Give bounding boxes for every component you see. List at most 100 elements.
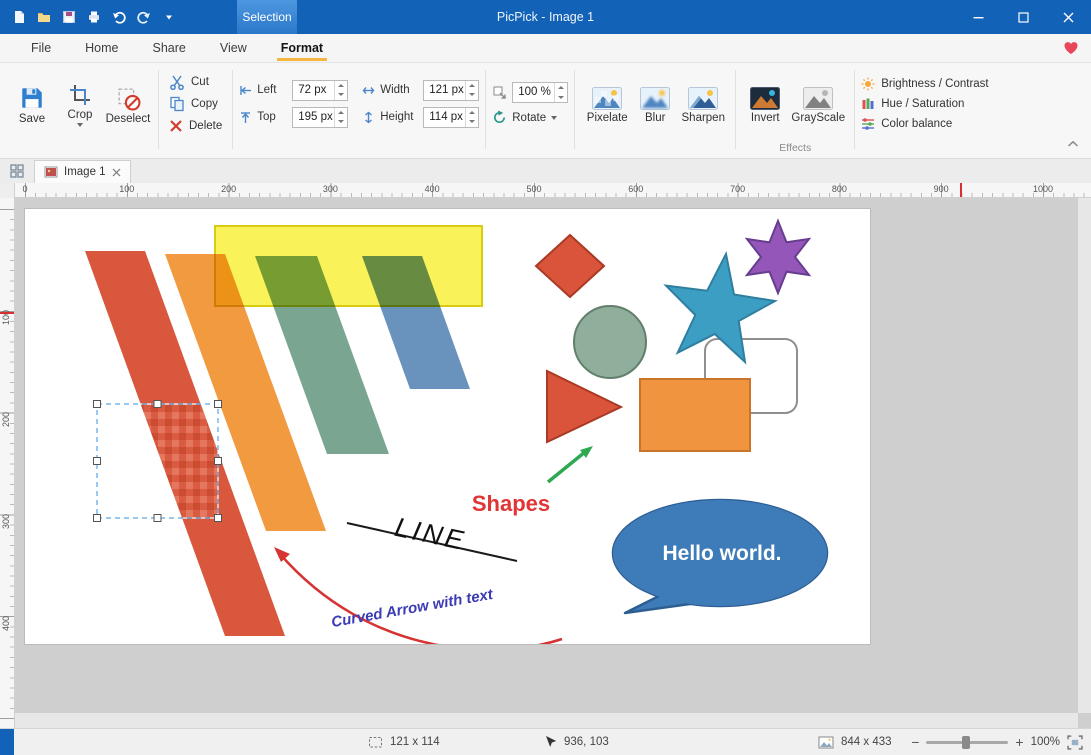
- hue-saturation-button[interactable]: Hue / Saturation: [861, 97, 988, 111]
- width-input[interactable]: 121 px: [423, 80, 479, 101]
- save-file-icon[interactable]: [58, 6, 79, 28]
- invert-button[interactable]: Invert: [742, 84, 788, 124]
- top-spin-up[interactable]: [335, 108, 347, 118]
- sharpen-button[interactable]: Sharpen: [677, 84, 729, 124]
- picpick-window: Selection PicPick - Image 1 File Home Sh…: [0, 0, 1091, 755]
- top-arrow-icon: [239, 111, 252, 124]
- zoom-spin-down[interactable]: [555, 93, 567, 103]
- selection-handle[interactable]: [94, 515, 101, 522]
- selection-handle[interactable]: [94, 401, 101, 408]
- doc-tab-image1[interactable]: Image 1: [34, 160, 131, 183]
- tab-overview-grid-icon[interactable]: [4, 160, 30, 182]
- blur-button[interactable]: Blur: [633, 84, 677, 124]
- height-spin-up[interactable]: [466, 108, 478, 118]
- top-input[interactable]: 195 px: [292, 107, 348, 128]
- horizontal-scrollbar[interactable]: [15, 713, 1078, 728]
- open-folder-icon[interactable]: [33, 6, 54, 28]
- delete-button[interactable]: Delete: [169, 117, 222, 134]
- group-separator: [854, 70, 855, 149]
- zoom-slider-thumb[interactable]: [962, 736, 970, 749]
- canvas-workspace[interactable]: 100 200 300 400: [0, 198, 1091, 728]
- zoom-spin-up[interactable]: [555, 83, 567, 93]
- tab-view[interactable]: View: [203, 34, 264, 62]
- zoom-input[interactable]: 100 %: [512, 82, 568, 103]
- sharpen-label: Sharpen: [682, 112, 725, 124]
- width-spin-down[interactable]: [466, 90, 478, 100]
- fit-window-icon[interactable]: [1067, 735, 1083, 750]
- tab-home[interactable]: Home: [68, 34, 135, 62]
- pixelate-button[interactable]: Pixelate: [581, 84, 633, 124]
- teal-circle: [574, 306, 646, 378]
- save-button[interactable]: Save: [8, 82, 56, 125]
- width-spin-up[interactable]: [466, 81, 478, 91]
- tab-close-icon[interactable]: [112, 168, 121, 177]
- collapse-ribbon-button[interactable]: [1067, 135, 1079, 153]
- height-input[interactable]: 114 px: [423, 107, 479, 128]
- left-spin-down[interactable]: [335, 90, 347, 100]
- width-value: 121 px: [424, 81, 465, 100]
- cut-label: Cut: [191, 76, 209, 88]
- ribbon: Save Crop Deselect: [0, 63, 1091, 159]
- width-label: Width: [380, 84, 418, 96]
- minimize-button[interactable]: [956, 0, 1001, 34]
- vertical-scrollbar[interactable]: [1078, 198, 1091, 713]
- brightness-label: Brightness / Contrast: [881, 78, 988, 90]
- tab-share[interactable]: Share: [136, 34, 203, 62]
- canvas-image[interactable]: Shapes LINE Curved Arrow with text Hello…: [25, 209, 870, 644]
- selection-handle[interactable]: [154, 401, 161, 408]
- zoom-out-button[interactable]: −: [911, 734, 919, 750]
- doc-tab-label: Image 1: [64, 166, 106, 178]
- group-selection-actions: Save Crop Deselect: [8, 65, 152, 158]
- ruler-v-label: 200: [1, 412, 11, 427]
- hue-bars-icon: [861, 97, 875, 111]
- selection-handle[interactable]: [215, 401, 222, 408]
- zoom-slider[interactable]: [926, 741, 1008, 744]
- image-canvas[interactable]: Shapes LINE Curved Arrow with text Hello…: [25, 209, 870, 644]
- quick-access-toolbar: [0, 6, 179, 28]
- tab-format[interactable]: Format: [264, 34, 340, 62]
- ruler-v-label: 400: [1, 616, 11, 631]
- cursor-marker-vertical: [0, 312, 14, 314]
- selection-handle[interactable]: [215, 458, 222, 465]
- crop-button[interactable]: Crop: [56, 80, 104, 127]
- cut-button[interactable]: Cut: [169, 73, 222, 90]
- redo-icon[interactable]: [133, 6, 154, 28]
- new-file-icon[interactable]: [8, 6, 29, 28]
- rotate-button[interactable]: Rotate: [492, 110, 568, 125]
- height-spin-down[interactable]: [466, 117, 478, 127]
- selection-handle[interactable]: [94, 458, 101, 465]
- group-filter-effects: Pixelate Blur Sharpen: [581, 65, 729, 158]
- selection-handle[interactable]: [154, 515, 161, 522]
- print-icon[interactable]: [83, 6, 104, 28]
- ruler-h-label: 200: [221, 184, 236, 194]
- sharpen-icon: [688, 87, 718, 110]
- deselect-button[interactable]: Deselect: [104, 83, 152, 125]
- group-separator: [158, 70, 159, 149]
- brightness-contrast-button[interactable]: Brightness / Contrast: [861, 77, 988, 91]
- undo-icon[interactable]: [108, 6, 129, 28]
- group-zoom-rotate: 100 % Rotate: [492, 65, 568, 158]
- favorite-heart-icon[interactable]: [1063, 40, 1079, 60]
- top-spin-down[interactable]: [335, 117, 347, 127]
- left-input[interactable]: 72 px: [292, 80, 348, 101]
- height-label: Height: [380, 111, 418, 123]
- qat-dropdown-icon[interactable]: [158, 6, 179, 28]
- ruler-h-label: 700: [730, 184, 745, 194]
- grayscale-button[interactable]: GrayScale: [788, 84, 848, 124]
- tab-file[interactable]: File: [14, 34, 68, 62]
- crop-label: Crop: [68, 109, 93, 121]
- close-button[interactable]: [1046, 0, 1091, 34]
- copy-button[interactable]: Copy: [169, 95, 222, 112]
- selection-handle[interactable]: [215, 515, 222, 522]
- ruler-horizontal: 0 100 200 300 400 500 600 700 800 900 10…: [0, 183, 1091, 198]
- ruler-h-label: 400: [425, 184, 440, 194]
- color-balance-button[interactable]: Color balance: [861, 117, 988, 131]
- left-spin-up[interactable]: [335, 81, 347, 91]
- image-size-indicator: 844 x 433: [818, 729, 892, 755]
- contextual-tab-selection[interactable]: Selection: [237, 0, 297, 34]
- ruler-h-label: 100: [119, 184, 134, 194]
- zoom-in-button[interactable]: +: [1015, 734, 1023, 750]
- left-label: Left: [257, 84, 287, 96]
- width-arrow-icon: [362, 84, 375, 97]
- maximize-button[interactable]: [1001, 0, 1046, 34]
